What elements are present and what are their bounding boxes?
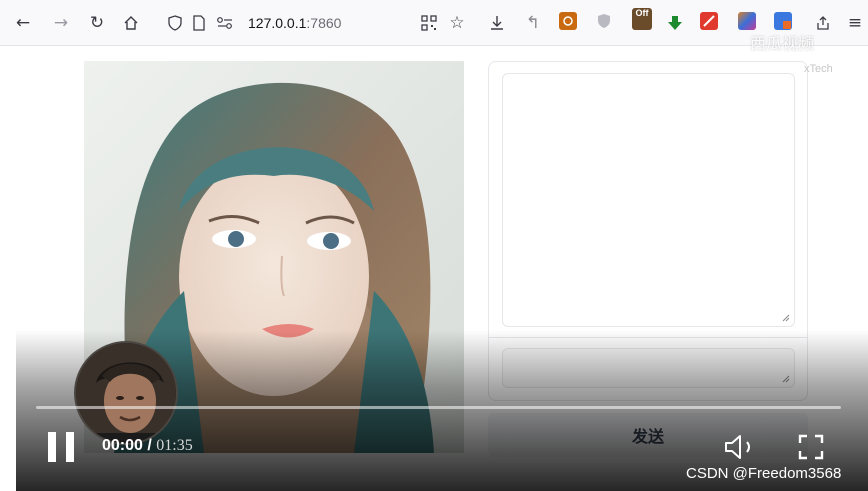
address-bar[interactable]: 127.0.0.1:7860 xyxy=(158,9,413,37)
xigua-logo: 西瓜视频 xyxy=(750,34,815,53)
chat-output-textarea[interactable] xyxy=(502,73,795,327)
extension-red-icon[interactable] xyxy=(700,12,718,30)
download-icon[interactable] xyxy=(486,12,508,34)
forward-arrow-icon[interactable]: → xyxy=(50,12,72,34)
reply-arrow-icon[interactable]: ↰ xyxy=(522,12,544,34)
translate-icon[interactable] xyxy=(774,12,792,30)
duration: 01:35 xyxy=(156,437,193,454)
time-separator: / xyxy=(142,437,157,454)
extension-off-label: Off xyxy=(635,8,649,18)
reload-icon[interactable]: ↻ xyxy=(86,12,108,34)
url-port: :7860 xyxy=(306,15,342,31)
home-icon[interactable] xyxy=(120,12,142,34)
bookmark-star-icon[interactable]: ☆ xyxy=(446,12,468,34)
privacy-shield-icon[interactable] xyxy=(595,12,613,30)
extension-orange-icon[interactable] xyxy=(559,12,577,30)
video-time: 00:00 / 01:35 xyxy=(102,437,193,455)
pause-bar-left xyxy=(48,432,56,462)
xtech-label: xTech xyxy=(804,63,833,75)
volume-icon[interactable] xyxy=(722,433,762,461)
url-text[interactable]: 127.0.0.1:7860 xyxy=(248,15,341,31)
share-icon[interactable] xyxy=(812,12,834,34)
url-host: 127.0.0.1 xyxy=(248,15,307,31)
green-download-arrow-icon[interactable] xyxy=(664,12,686,34)
shield-icon[interactable] xyxy=(164,12,186,34)
browser-toolbar: ← → ↻ 127.0.0.1:7860 ☆ ↰ Off ≡ xyxy=(0,0,868,46)
avatar xyxy=(74,341,178,445)
pause-button[interactable] xyxy=(48,432,76,462)
video-progress-bar[interactable] xyxy=(36,406,841,409)
page-icon[interactable] xyxy=(188,12,210,34)
fullscreen-icon[interactable] xyxy=(798,434,824,460)
csdn-watermark: CSDN @Freedom3568 xyxy=(686,465,842,482)
resize-grip-icon[interactable] xyxy=(780,312,790,322)
back-arrow-icon[interactable]: ← xyxy=(12,12,34,34)
qr-code-icon[interactable] xyxy=(418,12,440,34)
extension-colorful-icon[interactable] xyxy=(738,12,756,30)
pause-bar-right xyxy=(66,432,74,462)
current-time: 00:00 xyxy=(102,437,143,454)
permissions-icon[interactable] xyxy=(214,12,236,34)
extension-off-icon[interactable]: Off xyxy=(632,8,652,30)
menu-icon[interactable]: ≡ xyxy=(844,12,866,34)
